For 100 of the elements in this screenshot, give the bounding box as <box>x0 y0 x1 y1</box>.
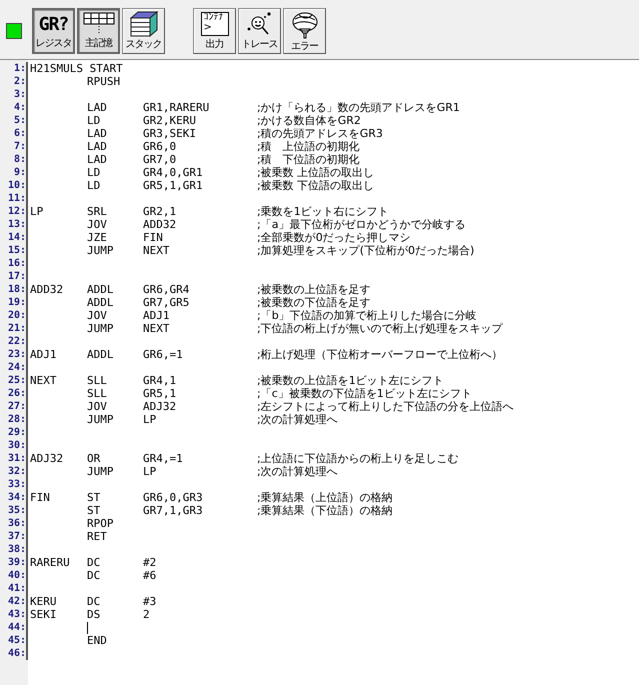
line-number: 33: <box>6 479 26 490</box>
line-number: 4: <box>12 102 26 113</box>
code-operand: NEXT <box>143 322 170 335</box>
code-comment: ;かける数自体をGR2 <box>257 113 361 128</box>
code-comment: ;「c」被乗数の下位語を1ビット左にシフト <box>257 386 472 401</box>
code-instruction: JUMP <box>87 322 114 335</box>
line-number: 24: <box>6 362 26 373</box>
code-comment: ;被乗数の上位語を1ビット左にシフト <box>257 373 444 388</box>
code-label: ADJ1 <box>30 348 58 361</box>
code-operand: GR4,=1 <box>143 452 183 465</box>
code-operand: GR2,1 <box>143 205 176 218</box>
line-number: 7: <box>12 141 26 152</box>
line-number: 42: <box>6 596 26 607</box>
code-instruction: LAD <box>87 101 107 114</box>
line-number: 34: <box>6 492 26 503</box>
line-number: 8: <box>12 154 26 165</box>
toolbar-button[interactable]: 主記憶 <box>77 8 120 54</box>
line-number: 18: <box>6 284 26 295</box>
line-number: 11: <box>6 193 26 204</box>
code-instruction: LD <box>87 166 100 179</box>
code-operand: ADJ32 <box>143 400 176 413</box>
line-number: 19: <box>6 297 26 308</box>
code-operand: GR7,0 <box>143 153 176 166</box>
code-label: NEXT <box>30 374 58 387</box>
code-comment: ;桁上げ処理（下位桁オーバーフローで上位桁へ） <box>257 347 503 362</box>
code-comment: ;かけ「られる」数の先頭アドレスをGR1 <box>257 100 460 115</box>
line-number: 21: <box>6 323 26 334</box>
code-operand: GR2,KERU <box>143 114 196 127</box>
toolbar-button[interactable]: GR? レジスタ <box>32 8 75 54</box>
code-instruction: ADDL <box>87 283 114 296</box>
status-indicator <box>6 23 22 39</box>
line-number: 43: <box>6 609 26 620</box>
code-comment: ;被乗数の下位語を足す <box>257 295 371 310</box>
code-operand: GR7,1,GR3 <box>143 504 203 517</box>
line-number: 17: <box>6 271 26 282</box>
code-operand: LP <box>143 413 156 426</box>
code-instruction: ST <box>87 491 100 504</box>
line-number: 41: <box>6 583 26 594</box>
line-number: 13: <box>6 219 26 230</box>
line-number: 30: <box>6 440 26 451</box>
line-number: 28: <box>6 414 26 425</box>
line-number: 22: <box>6 336 26 347</box>
line-number: 15: <box>6 245 26 256</box>
line-number: 1: <box>12 63 26 74</box>
code-instruction: LAD <box>87 140 107 153</box>
code-comment: ;次の計算処理へ <box>257 464 338 479</box>
code-comment: ;「b」下位語の加算で桁上りした場合に分岐 <box>257 308 477 323</box>
code-comment: ;被乗数の上位語を足す <box>257 282 371 297</box>
code-operand: FIN <box>143 231 163 244</box>
line-number: 3: <box>12 89 26 100</box>
code-instruction: JOV <box>87 400 107 413</box>
code-instruction: SLL <box>87 374 107 387</box>
code-comment: ;全部乗数が0だったら押しマシ <box>257 230 411 244</box>
code-operand: GR6,0,GR3 <box>143 491 203 504</box>
code-instruction: LD <box>87 179 100 192</box>
line-number: 31: <box>6 453 26 464</box>
code-comment: ;上位語に下位語からの桁上りを足しこむ <box>257 451 459 466</box>
line-number: 14: <box>6 232 26 243</box>
line-number: 10: <box>6 180 26 191</box>
line-number: 29: <box>6 427 26 438</box>
code-instruction: DC <box>87 569 100 582</box>
line-number: 12: <box>6 206 26 217</box>
code-instruction: END <box>87 634 107 647</box>
code-operand: LP <box>143 465 156 478</box>
line-number: 9: <box>12 167 26 178</box>
code-operand: GR5,1,GR1 <box>143 179 203 192</box>
code-operand: GR7,GR5 <box>143 296 190 309</box>
code-label: SEKI <box>30 608 58 621</box>
code-instruction: JUMP <box>87 465 114 478</box>
bomb-icon <box>290 11 320 39</box>
line-number: 36: <box>6 518 26 529</box>
code-operand: GR4,0,GR1 <box>143 166 203 179</box>
code-instruction: DC <box>87 556 100 569</box>
line-number: 38: <box>6 544 26 555</box>
code-label: LP <box>30 205 44 218</box>
code-label: ADD32 <box>30 283 64 296</box>
code-instruction: LAD <box>87 153 107 166</box>
line-number: 40: <box>6 570 26 581</box>
code-instruction: RPOP <box>87 517 114 530</box>
code-operand: 2 <box>143 608 150 621</box>
line-number: 46: <box>6 648 26 659</box>
code-comment: ;乗算結果（上位語）の格納 <box>257 490 393 505</box>
code-instruction: SLL <box>87 387 107 400</box>
code-instruction: JZE <box>87 231 107 244</box>
code-operand: ADJ1 <box>143 309 170 322</box>
line-number: 23: <box>6 349 26 360</box>
code-label: ADJ32 <box>30 452 64 465</box>
code-instruction: RET <box>87 530 107 543</box>
code-label: RARERU <box>30 556 71 569</box>
code-comment: ;加算処理をスキップ(下位桁が0だった場合) <box>257 243 474 258</box>
code-instruction: ADDL <box>87 348 114 361</box>
code-label: H21SMULS START <box>30 62 123 75</box>
toolbar-button[interactable]: スタック <box>122 8 165 54</box>
toolbar-button[interactable]: トレース <box>238 8 281 54</box>
line-number: 2: <box>12 76 26 87</box>
code-instruction: LAD <box>87 127 107 140</box>
code-comment: ;乗数を1ビット右にシフト <box>257 204 389 219</box>
code-instruction: DS <box>87 608 100 621</box>
code-comment: ;乗算結果（下位語）の格納 <box>257 503 393 518</box>
toolbar-button[interactable]: エラー <box>283 8 326 54</box>
